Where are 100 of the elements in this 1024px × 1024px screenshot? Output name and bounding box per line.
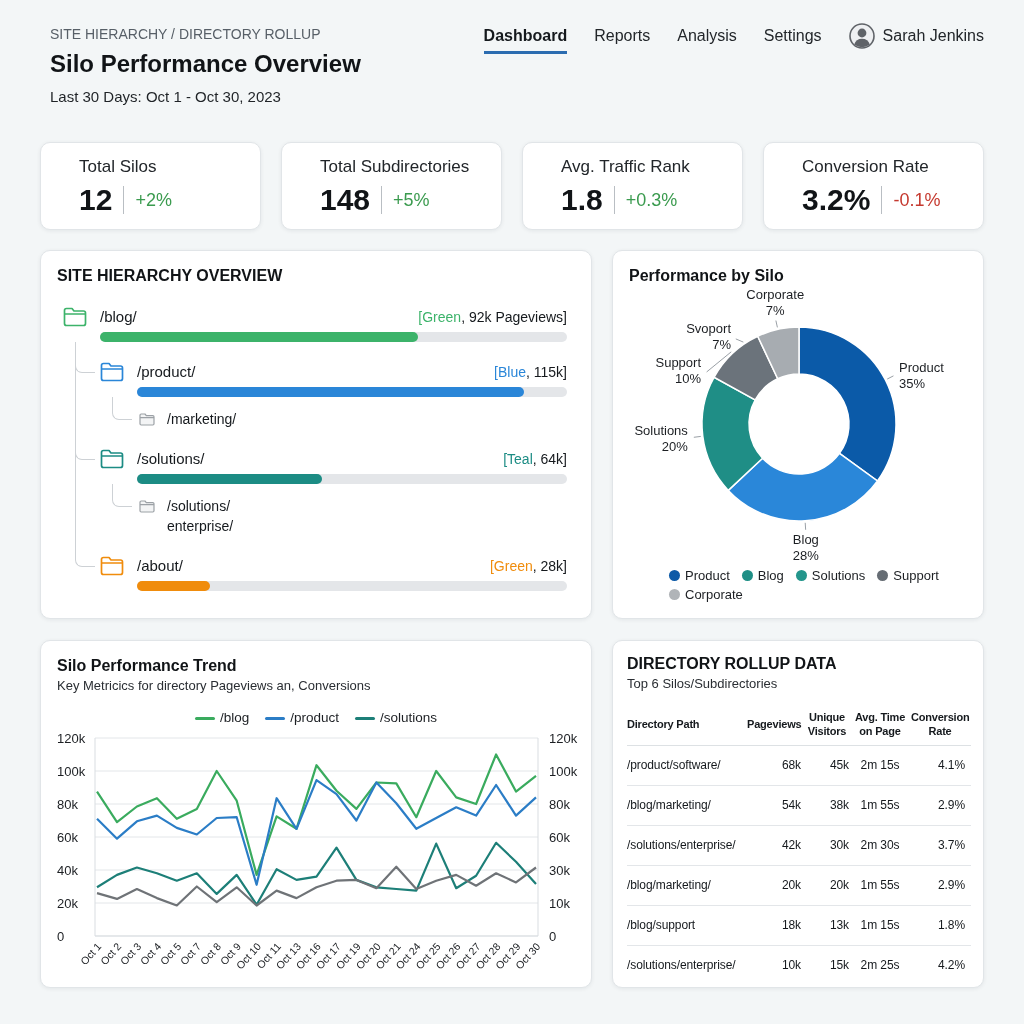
traffic-note: [Teal, 64k] bbox=[503, 450, 567, 469]
y-axis-label: 30k bbox=[549, 862, 570, 878]
breadcrumb: SITE HIERARCHY / DIRECTORY ROLLUP bbox=[50, 25, 322, 44]
kpi-value: 148 bbox=[320, 183, 371, 217]
table-cell: /blog/marketing/ bbox=[627, 865, 745, 905]
nav-tab[interactable]: Dashboard bbox=[483, 26, 568, 54]
slice-label: Support 10% bbox=[655, 355, 702, 387]
y-axis-label: 60k bbox=[57, 829, 78, 845]
traffic-note: [Green, 28k] bbox=[489, 557, 567, 576]
y-axis-label: 40k bbox=[57, 862, 78, 878]
folder-path[interactable]: /product/ bbox=[137, 362, 196, 382]
legend-label: Solutions bbox=[811, 567, 866, 585]
table-cell: 1m 55s bbox=[851, 785, 909, 825]
kpi-value: 12 bbox=[79, 183, 113, 217]
y-axis-label: 100k bbox=[549, 763, 578, 779]
kpi-value: 3.2% bbox=[802, 183, 871, 217]
table-cell: 2m 30s bbox=[851, 825, 909, 865]
legend-label: Corporate bbox=[685, 586, 743, 604]
table-cell: /blog/marketing/ bbox=[627, 785, 745, 825]
legend-label: /solutions bbox=[380, 709, 438, 727]
legend-label: Support bbox=[893, 567, 939, 585]
legend-label: /product bbox=[290, 709, 339, 727]
legend-label: Blog bbox=[757, 567, 784, 585]
folder-path[interactable]: /about/ bbox=[137, 556, 183, 576]
tree-connector bbox=[112, 397, 132, 420]
table-cell: 3.7% bbox=[909, 825, 971, 865]
kpi-value: 1.8 bbox=[561, 183, 603, 217]
y-axis-label: 20k bbox=[57, 895, 78, 911]
table-header-cell: Directory Path bbox=[627, 704, 745, 745]
y-axis-label: 0 bbox=[549, 928, 557, 944]
y-axis-label: 100k bbox=[57, 763, 86, 779]
tree-connector bbox=[112, 484, 132, 507]
table-cell: 45k bbox=[803, 745, 851, 785]
traffic-note: [Green, 92k Pageviews] bbox=[418, 308, 567, 327]
panel-title: Performance by Silo bbox=[629, 266, 785, 286]
y-axis-label: 60k bbox=[549, 829, 570, 845]
table-cell: 30k bbox=[803, 825, 851, 865]
leader-line bbox=[735, 338, 744, 343]
legend-swatch-icon bbox=[355, 716, 375, 720]
slice-label: Solutions 20% bbox=[634, 422, 688, 454]
nav-tab[interactable]: Analysis bbox=[677, 26, 737, 54]
table-cell: 1m 55s bbox=[851, 865, 909, 905]
y-axis-label: 80k bbox=[57, 796, 78, 812]
table-cell: 2m 15s bbox=[851, 745, 909, 785]
table-cell: 38k bbox=[803, 785, 851, 825]
leader-line bbox=[886, 375, 894, 380]
kpi-label: Total Subdirectories bbox=[320, 156, 471, 178]
table-header-cell: Avg. Time on Page bbox=[851, 704, 909, 745]
date-range: Last 30 Days: Oct 1 - Oct 30, 2023 bbox=[50, 87, 282, 107]
kpi-label: Conversion Rate bbox=[802, 156, 930, 178]
y-axis-label: 10k bbox=[549, 895, 570, 911]
table-cell: 4.1% bbox=[909, 745, 971, 785]
user-menu-button[interactable]: Sarah Jenkins bbox=[848, 23, 984, 49]
legend-label: /blog bbox=[219, 709, 250, 727]
folder-icon bbox=[139, 500, 155, 513]
leader-line bbox=[693, 435, 702, 438]
table-cell: 15k bbox=[803, 945, 851, 985]
table-cell: /blog/support bbox=[627, 905, 745, 945]
table-header-cell: Conversion Rate bbox=[909, 704, 971, 745]
table-cell: 2.9% bbox=[909, 865, 971, 905]
panel-title: DIRECTORY ROLLUP DATA bbox=[627, 654, 838, 674]
table-cell: 2.9% bbox=[909, 785, 971, 825]
leader-line bbox=[775, 320, 778, 328]
user-avatar-icon bbox=[848, 23, 875, 49]
kpi-change: +5% bbox=[393, 189, 430, 211]
table-cell: 13k bbox=[803, 905, 851, 945]
folder-path[interactable]: /blog/ bbox=[100, 307, 137, 327]
nav-tab[interactable]: Settings bbox=[763, 26, 822, 54]
table-header-cell: Unique Visitors bbox=[803, 704, 851, 745]
kpi-label: Avg. Traffic Rank bbox=[561, 156, 691, 178]
slice-label: Corporate 7% bbox=[746, 286, 805, 318]
folder-path[interactable]: /solutions/ bbox=[137, 449, 205, 469]
table-cell: 68k bbox=[745, 745, 803, 785]
kpi-change: -0.1% bbox=[893, 189, 941, 211]
folder-icon bbox=[139, 413, 155, 426]
slice-annotation: Svoport 7% bbox=[686, 321, 731, 353]
table-cell: 2m 25s bbox=[851, 945, 909, 985]
slice-label: Blog 28% bbox=[792, 531, 819, 563]
table-cell: 1m 15s bbox=[851, 905, 909, 945]
folder-path[interactable]: /solutions/enterprise/ bbox=[167, 496, 257, 536]
panel-subtitle: Key Metricics for directory Pageviews an, Conversions bbox=[57, 678, 372, 694]
nav-tab[interactable]: Reports bbox=[594, 26, 651, 54]
legend-swatch-icon bbox=[265, 716, 286, 720]
table-cell: /solutions/enterprise/ bbox=[627, 825, 745, 865]
table-cell: 20k bbox=[803, 865, 851, 905]
kpi-change: +2% bbox=[135, 189, 172, 211]
panel-title: SITE HIERARCHY OVERVIEW bbox=[57, 266, 284, 286]
legend-label: Product bbox=[685, 567, 730, 585]
y-axis-label: 80k bbox=[549, 796, 570, 812]
table-cell: 1.8% bbox=[909, 905, 971, 945]
traffic-note: [Blue, 115k] bbox=[494, 363, 567, 382]
table-cell: /product/software/ bbox=[627, 745, 745, 785]
panel-subtitle: Top 6 Silos/Subdirectories bbox=[627, 676, 779, 692]
table-cell: 4.2% bbox=[909, 945, 971, 985]
y-axis-label: 120k bbox=[57, 730, 86, 746]
folder-path[interactable]: /marketing/ bbox=[167, 409, 237, 429]
table-cell: 42k bbox=[745, 825, 803, 865]
table-cell: 54k bbox=[745, 785, 803, 825]
kpi-change: +0.3% bbox=[625, 189, 678, 211]
table-cell: 10k bbox=[745, 945, 803, 985]
